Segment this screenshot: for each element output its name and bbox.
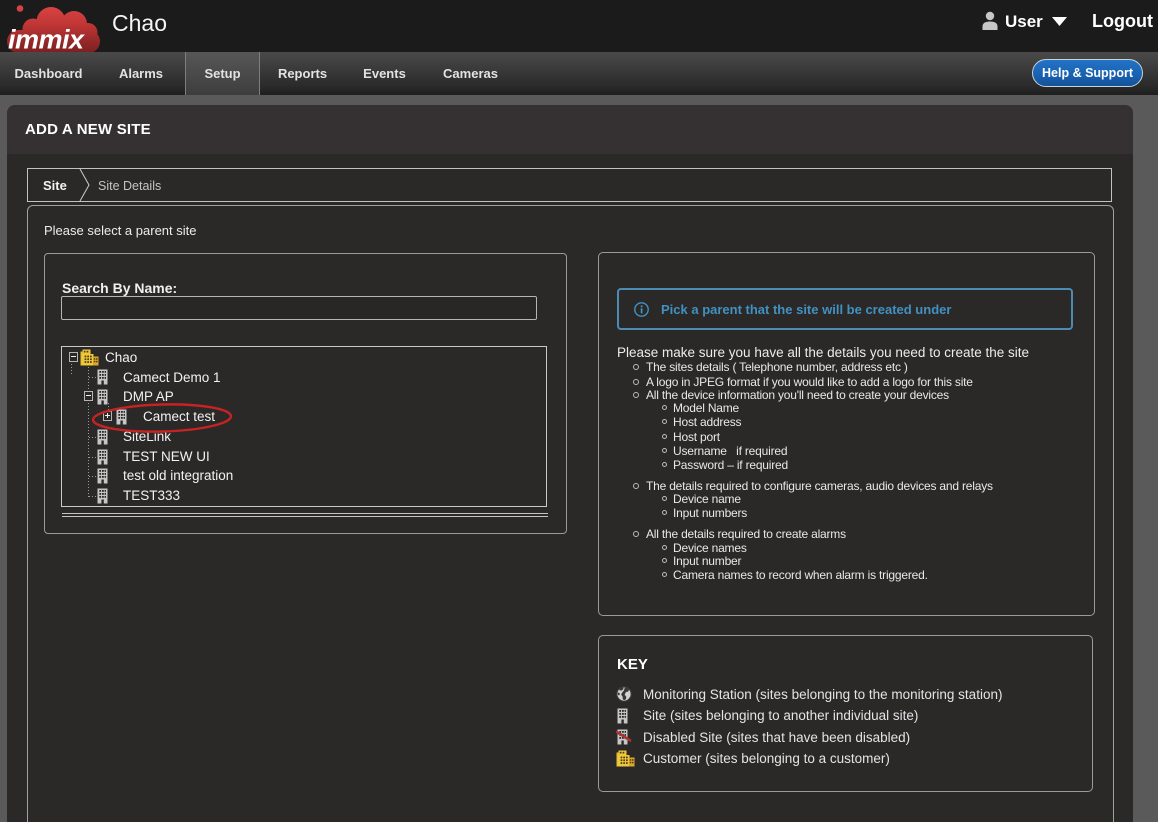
svg-text:immix: immix: [8, 25, 85, 54]
